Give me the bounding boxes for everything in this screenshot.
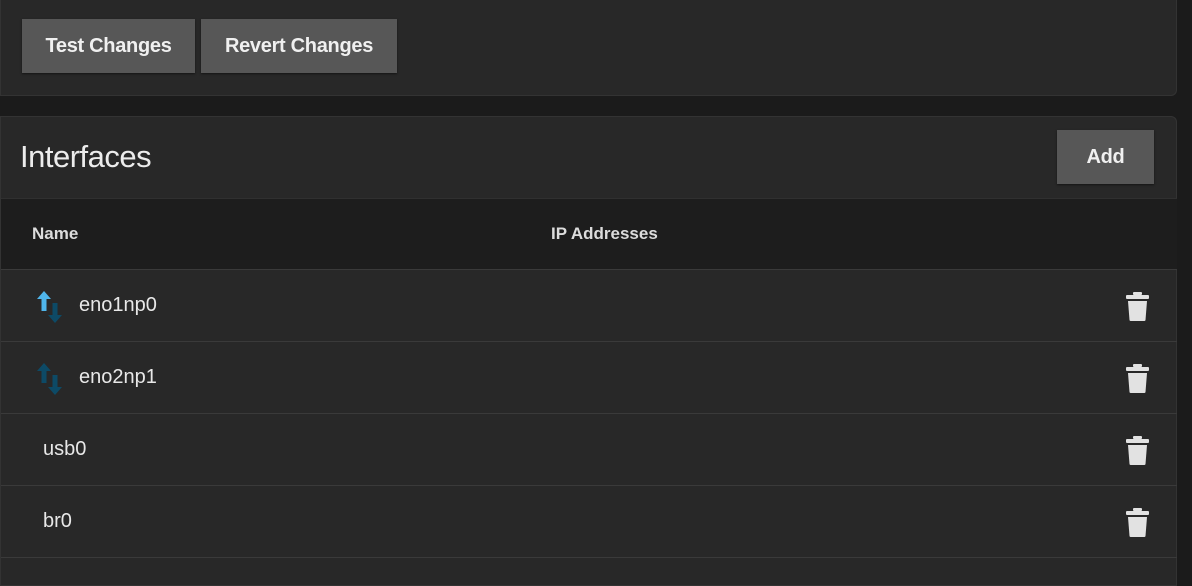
interface-name: usb0 xyxy=(43,438,87,460)
link-up-icon xyxy=(37,291,62,323)
revert-changes-button[interactable]: Revert Changes xyxy=(201,19,397,73)
test-changes-button[interactable]: Test Changes xyxy=(22,19,195,73)
table-row[interactable]: eno2np1 xyxy=(1,342,1177,414)
column-header-ip-addresses[interactable]: IP Addresses xyxy=(551,224,658,244)
delete-trash-icon[interactable] xyxy=(1126,292,1149,321)
table-row[interactable]: eno1np0 xyxy=(1,270,1177,342)
table-header: Name IP Addresses xyxy=(1,198,1177,270)
toolbar-card: Test Changes Revert Changes xyxy=(0,0,1177,96)
table-row[interactable]: br0 xyxy=(1,486,1177,558)
delete-trash-icon[interactable] xyxy=(1126,508,1149,537)
delete-trash-icon[interactable] xyxy=(1126,436,1149,465)
interface-name: br0 xyxy=(43,510,72,532)
table-row[interactable]: usb0 xyxy=(1,414,1177,486)
delete-trash-icon[interactable] xyxy=(1126,364,1149,393)
interfaces-card: Interfaces Add Name IP Addresses eno1np0 xyxy=(0,116,1177,586)
interface-name: eno1np0 xyxy=(79,294,157,316)
link-down-icon xyxy=(37,363,62,395)
interfaces-title: Interfaces xyxy=(20,139,152,174)
column-header-name[interactable]: Name xyxy=(32,224,78,244)
interface-name: eno2np1 xyxy=(79,366,157,388)
add-interface-button[interactable]: Add xyxy=(1057,130,1154,184)
